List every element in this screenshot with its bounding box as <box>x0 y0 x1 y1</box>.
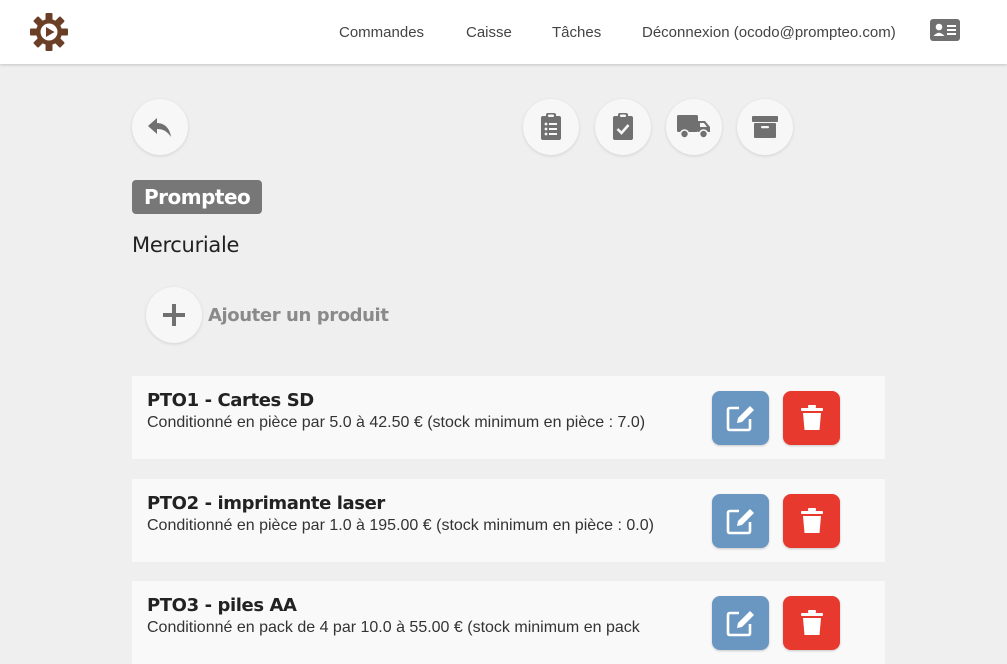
orders-list-button[interactable] <box>523 99 579 155</box>
edit-product-button[interactable] <box>712 391 769 445</box>
edit-icon <box>726 509 754 535</box>
edit-icon <box>726 611 754 637</box>
edit-product-button[interactable] <box>712 596 769 650</box>
truck-icon <box>677 115 710 139</box>
product-title: PTO3 - piles AA <box>147 595 297 616</box>
product-description: Conditionné en pièce par 1.0 à 195.00 € … <box>147 517 654 534</box>
archive-button[interactable] <box>737 99 793 155</box>
top-navbar: Commandes Caisse Tâches Déconnexion (oco… <box>0 0 1007 64</box>
page-title: Mercuriale <box>132 233 240 257</box>
product-description: Conditionné en pack de 4 par 10.0 à 55.0… <box>147 619 640 636</box>
list-item: PTO2 - imprimante laser Conditionné en p… <box>132 479 885 562</box>
reply-arrow-icon <box>148 118 171 137</box>
company-badge: Prompteo <box>132 180 263 214</box>
nav-link-logout[interactable]: Déconnexion (ocodo@prompteo.com) <box>642 24 896 41</box>
nav-link-taches[interactable]: Tâches <box>552 24 601 41</box>
nav-link-caisse[interactable]: Caisse <box>466 24 512 41</box>
list-item: PTO1 - Cartes SD Conditionné en pièce pa… <box>132 376 885 459</box>
id-card-icon[interactable] <box>930 19 960 41</box>
edit-icon <box>726 406 754 432</box>
trash-icon <box>800 405 823 430</box>
gear-play-logo-icon[interactable] <box>28 11 70 53</box>
clipboard-check-icon <box>613 113 633 140</box>
delivery-button[interactable] <box>666 99 722 155</box>
edit-product-button[interactable] <box>712 494 769 548</box>
archive-box-icon <box>752 116 778 138</box>
add-product-label[interactable]: Ajouter un produit <box>208 305 389 326</box>
delete-product-button[interactable] <box>783 494 840 548</box>
add-product-button[interactable] <box>146 287 202 343</box>
delete-product-button[interactable] <box>783 596 840 650</box>
back-button[interactable] <box>132 99 188 155</box>
trash-icon <box>800 610 823 635</box>
plus-icon <box>163 304 185 326</box>
product-title: PTO2 - imprimante laser <box>147 493 385 514</box>
nav-link-commandes[interactable]: Commandes <box>339 24 424 41</box>
validated-orders-button[interactable] <box>595 99 651 155</box>
clipboard-list-icon <box>541 113 561 140</box>
trash-icon <box>800 508 823 533</box>
list-item: PTO3 - piles AA Conditionné en pack de 4… <box>132 581 885 664</box>
product-title: PTO1 - Cartes SD <box>147 390 314 411</box>
delete-product-button[interactable] <box>783 391 840 445</box>
product-description: Conditionné en pièce par 5.0 à 42.50 € (… <box>147 414 646 431</box>
